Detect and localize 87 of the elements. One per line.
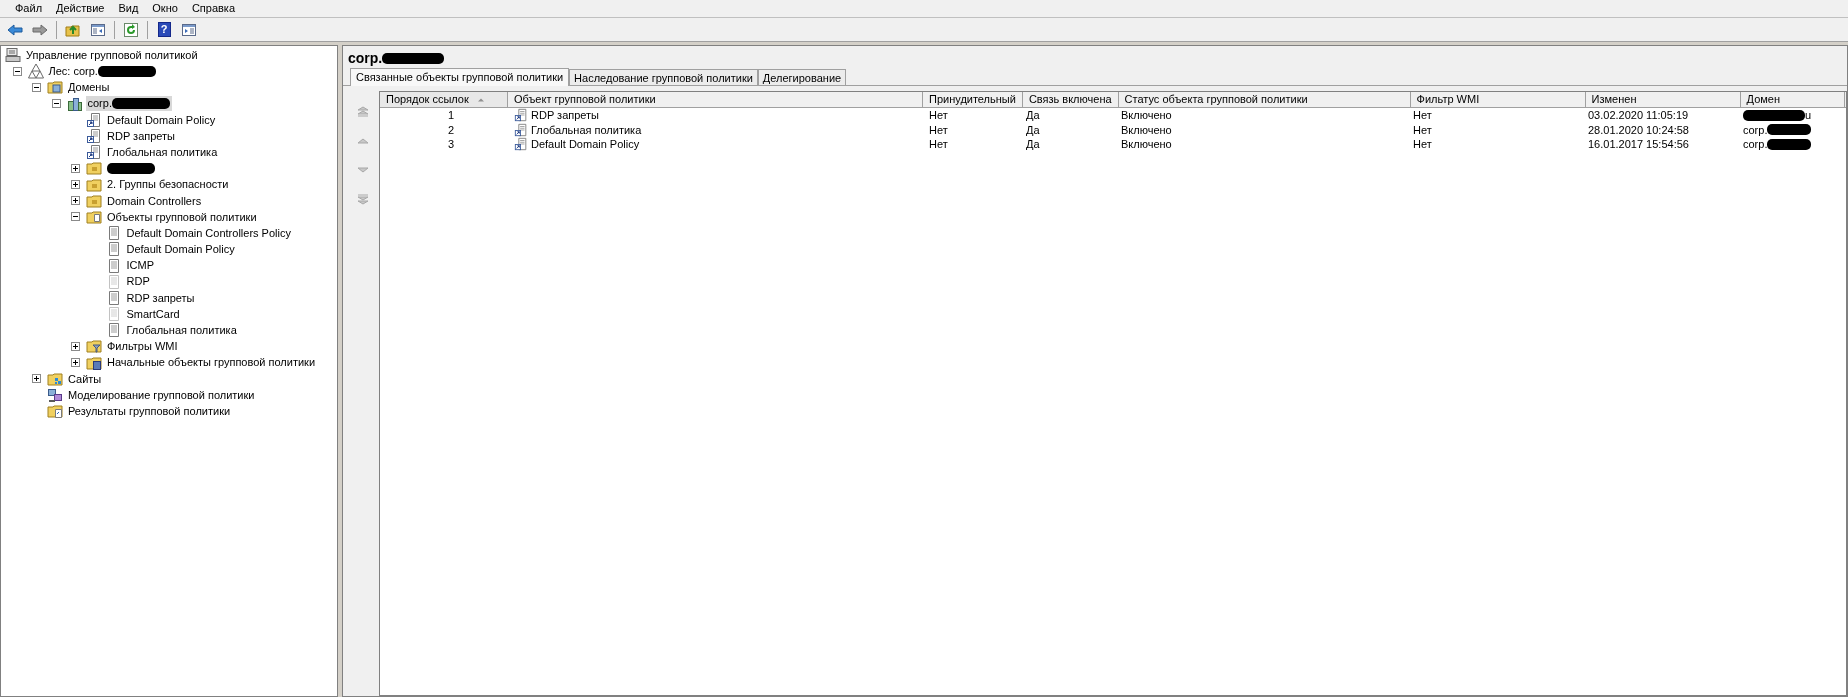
triangles-icon xyxy=(27,63,44,80)
tree-item[interactable]: Начальные объекты групповой политики xyxy=(105,355,318,371)
tab[interactable]: Связанные объекты групповой политики xyxy=(350,68,570,86)
buildings-icon xyxy=(66,95,83,112)
folder-icon xyxy=(47,370,63,387)
table-cell-text: 16.01.2017 15:54:56 xyxy=(1588,137,1689,152)
table-cell-text: Нет xyxy=(929,108,948,123)
menu-item[interactable]: Вид xyxy=(111,0,146,17)
table-cell-text: corp. xyxy=(1743,122,1768,138)
tab[interactable]: Делегирование xyxy=(757,69,847,85)
tree-item[interactable]: Результаты групповой политики xyxy=(66,403,233,419)
table-cell-text: Да xyxy=(1026,122,1040,138)
menu-item[interactable]: Окно xyxy=(145,0,185,17)
table-cell-text: Нет xyxy=(1413,122,1432,138)
show-tree-icon xyxy=(90,21,106,38)
table-cell-text: 03.02.2020 11:05:19 xyxy=(1588,108,1689,123)
menu-item[interactable]: Действие xyxy=(49,0,112,17)
folder-icon xyxy=(86,160,102,177)
table-cell-text: Нет xyxy=(1413,137,1432,152)
page-title: corp. xyxy=(348,47,445,69)
menu-item[interactable]: Справка xyxy=(184,0,243,17)
table-cell-text: 1 xyxy=(447,108,455,123)
table-cell-text: 3 xyxy=(447,137,455,152)
table-cell-text: Включено xyxy=(1121,122,1172,138)
table-cell-text: RDP запреты xyxy=(531,108,599,123)
tree-item[interactable]: Объекты групповой политики xyxy=(105,209,259,225)
folder-icon xyxy=(47,79,63,96)
tree-item[interactable]: Сайты xyxy=(66,371,104,387)
expand-icon[interactable] xyxy=(71,163,80,173)
computers-icon xyxy=(47,387,63,404)
folder-icon xyxy=(86,208,102,225)
collapse-icon[interactable] xyxy=(12,66,22,76)
expand-icon[interactable] xyxy=(71,341,80,351)
table-cell-text: Включено xyxy=(1121,108,1172,123)
table-cell-text: Включено xyxy=(1121,137,1172,152)
tree-item[interactable]: Domain Controllers xyxy=(105,193,204,209)
table-cell-text: 28.01.2020 10:24:58 xyxy=(1588,122,1689,138)
table-cell-text: u xyxy=(1805,108,1812,123)
collapse-icon[interactable] xyxy=(71,212,80,222)
document-folder-icon xyxy=(86,354,102,371)
policy-link-icon xyxy=(514,137,528,152)
policy-link-icon xyxy=(514,122,528,137)
filter-folder-icon xyxy=(86,338,102,355)
tree-item[interactable]: Default Domain Controllers Policy xyxy=(124,225,293,241)
tree-item[interactable]: Домены xyxy=(66,79,112,95)
table-cell-text: Да xyxy=(1026,137,1040,152)
tree-item[interactable]: Фильтры WMI xyxy=(105,338,180,354)
refresh-icon xyxy=(123,21,139,38)
tree-item[interactable]: ICMP xyxy=(124,258,156,274)
expand-icon[interactable] xyxy=(71,358,80,368)
menu-item[interactable]: Файл xyxy=(8,0,50,17)
policy-link-icon xyxy=(86,128,102,145)
tree-item[interactable]: Глобальная политика xyxy=(105,144,220,160)
expand-icon[interactable] xyxy=(71,180,80,190)
policy-link-icon xyxy=(86,144,102,161)
tab[interactable]: Наследование групповой политики xyxy=(569,69,758,85)
column-header[interactable]: Порядок ссылок xyxy=(380,92,508,107)
table-cell-text: corp. xyxy=(1743,137,1768,152)
collapse-icon[interactable] xyxy=(51,99,61,109)
tree-item[interactable]: Default Domain Policy xyxy=(105,112,218,128)
forward-arrow-icon xyxy=(32,21,48,38)
table-cell-text: Нет xyxy=(929,137,948,152)
back-arrow-icon xyxy=(7,21,23,38)
expand-icon[interactable] xyxy=(71,196,80,206)
tree-item[interactable]: Управление групповой политикой xyxy=(24,47,200,63)
console-icon xyxy=(5,47,21,64)
folder-icon xyxy=(86,176,102,193)
folder-icon xyxy=(47,403,63,420)
tree-item[interactable]: 2. Группы безопасности xyxy=(105,177,231,193)
tree-item[interactable]: Default Domain Policy xyxy=(124,241,237,257)
collapse-icon[interactable] xyxy=(32,82,41,92)
table-cell-text: Глобальная политика xyxy=(531,122,642,138)
tree-item[interactable]: RDP запреты xyxy=(105,128,177,144)
table-cell-text: Нет xyxy=(929,122,948,138)
table-cell-text: 2 xyxy=(447,122,455,138)
tree-item[interactable]: Моделирование групповой политики xyxy=(66,387,257,403)
folder-icon xyxy=(86,192,102,209)
table-cell-text: Да xyxy=(1026,108,1040,123)
tree-item[interactable]: Глобальная политика xyxy=(124,322,239,338)
expand-icon[interactable] xyxy=(32,374,41,384)
show-pane-icon xyxy=(181,21,197,38)
tree-item[interactable]: corp. xyxy=(85,96,172,112)
table-cell-text: Default Domain Policy xyxy=(531,137,640,152)
table-cell-text: Нет xyxy=(1413,108,1432,123)
tree-item[interactable]: Лес: corp. xyxy=(46,63,158,79)
policy-link-icon xyxy=(86,111,102,128)
tree-item[interactable]: RDP запреты xyxy=(124,290,197,306)
